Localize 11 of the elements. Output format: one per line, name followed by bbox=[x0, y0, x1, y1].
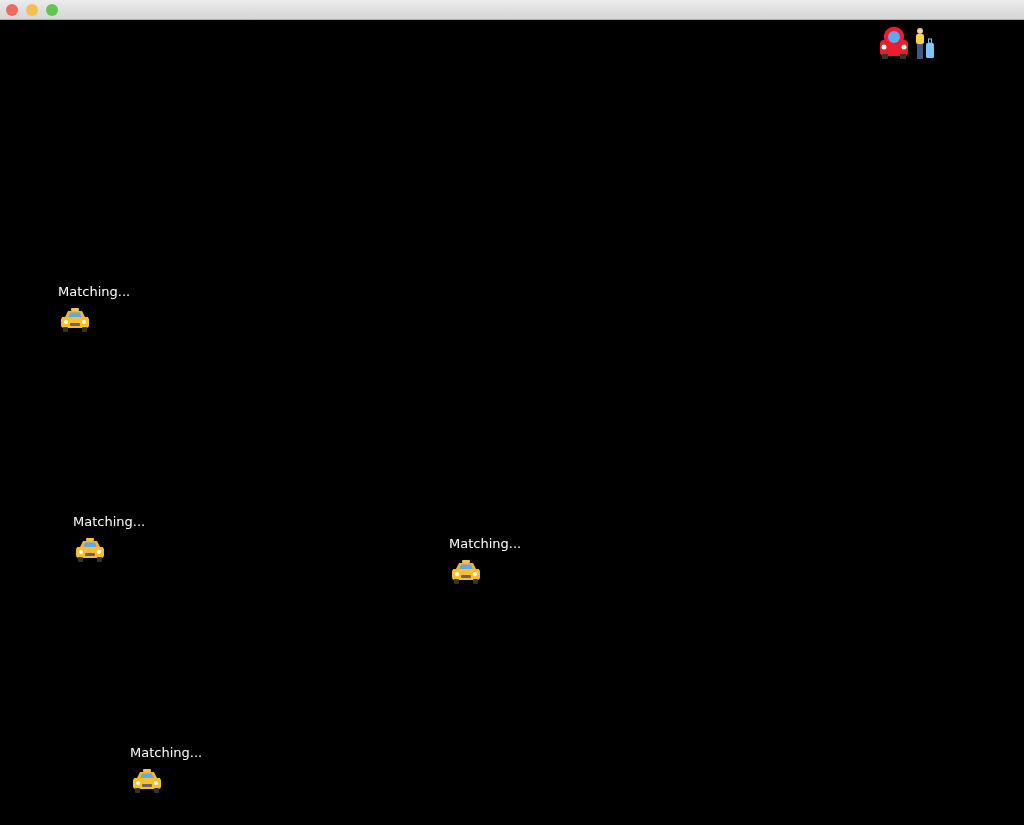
status-label: Matching... bbox=[130, 745, 203, 760]
zoom-button[interactable] bbox=[46, 3, 58, 16]
taxi-icon bbox=[60, 307, 90, 333]
taxi-icon bbox=[75, 537, 105, 563]
status-label: Matching... bbox=[449, 536, 522, 551]
minimize-button[interactable] bbox=[26, 3, 38, 16]
taxi-icon bbox=[132, 768, 162, 794]
close-button[interactable] bbox=[6, 3, 18, 16]
status-label: Matching... bbox=[58, 284, 131, 299]
status-label: Matching... bbox=[73, 514, 146, 529]
taxi-icon bbox=[451, 559, 481, 585]
